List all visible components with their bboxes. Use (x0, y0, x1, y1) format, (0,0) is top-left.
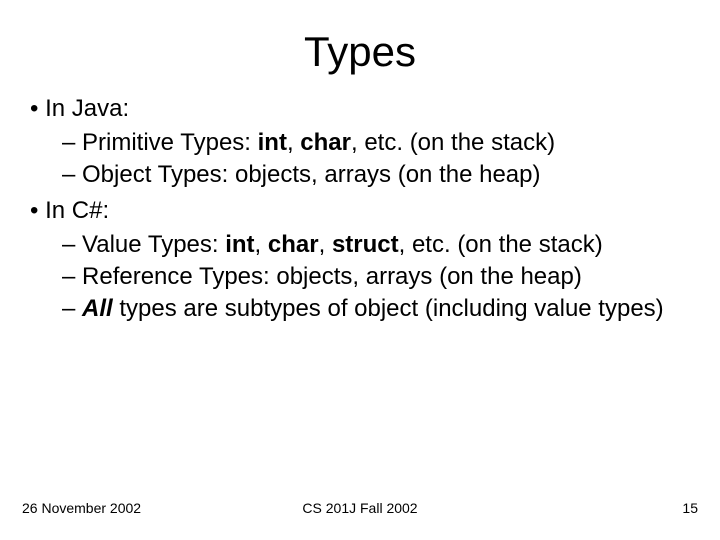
csharp-val-struct: struct (332, 231, 399, 258)
java-prim-int: int (258, 129, 287, 156)
csharp-val-sep2: , (319, 231, 332, 258)
csharp-val-char: char (268, 231, 319, 258)
bullet-icon: • (30, 95, 45, 122)
footer-course: CS 201J Fall 2002 (302, 500, 417, 516)
java-prim-char: char (300, 129, 351, 156)
java-heading-text: In Java: (45, 95, 129, 122)
bullet-icon: • (30, 197, 45, 224)
csharp-val-suffix: , etc. (on the stack) (399, 231, 603, 258)
slide-body: • In Java: – Primitive Types: int, char,… (22, 94, 698, 324)
footer-date: 26 November 2002 (22, 500, 141, 516)
csharp-heading-text: In C#: (45, 197, 109, 224)
java-object-text: Object Types: objects, arrays (on the he… (82, 161, 540, 188)
csharp-reference-line: – Reference Types: objects, arrays (on t… (62, 262, 698, 292)
csharp-val-int: int (225, 231, 254, 258)
footer-page-number: 15 (682, 500, 698, 516)
csharp-all-rest: types are subtypes of object (including … (113, 295, 664, 322)
csharp-value-line: – Value Types: int, char, struct, etc. (… (62, 230, 698, 260)
csharp-heading: • In C#: (30, 196, 698, 226)
dash-icon: – (62, 161, 82, 188)
java-primitive-line: – Primitive Types: int, char, etc. (on t… (62, 128, 698, 158)
dash-icon: – (62, 129, 82, 156)
csharp-all-line: – All types are subtypes of object (incl… (62, 294, 698, 324)
java-prim-prefix: Primitive Types: (82, 129, 258, 156)
dash-icon: – (62, 263, 82, 290)
java-prim-sep: , (287, 129, 300, 156)
java-heading: • In Java: (30, 94, 698, 124)
java-prim-suffix: , etc. (on the stack) (351, 129, 555, 156)
csharp-val-sep1: , (255, 231, 268, 258)
java-object-line: – Object Types: objects, arrays (on the … (62, 160, 698, 190)
csharp-ref-text: Reference Types: objects, arrays (on the… (82, 263, 582, 290)
csharp-all-kw: All (82, 295, 113, 322)
slide-title: Types (22, 28, 698, 76)
dash-icon: – (62, 295, 82, 322)
footer: 26 November 2002 CS 201J Fall 2002 15 (22, 500, 698, 516)
csharp-val-prefix: Value Types: (82, 231, 225, 258)
dash-icon: – (62, 231, 82, 258)
